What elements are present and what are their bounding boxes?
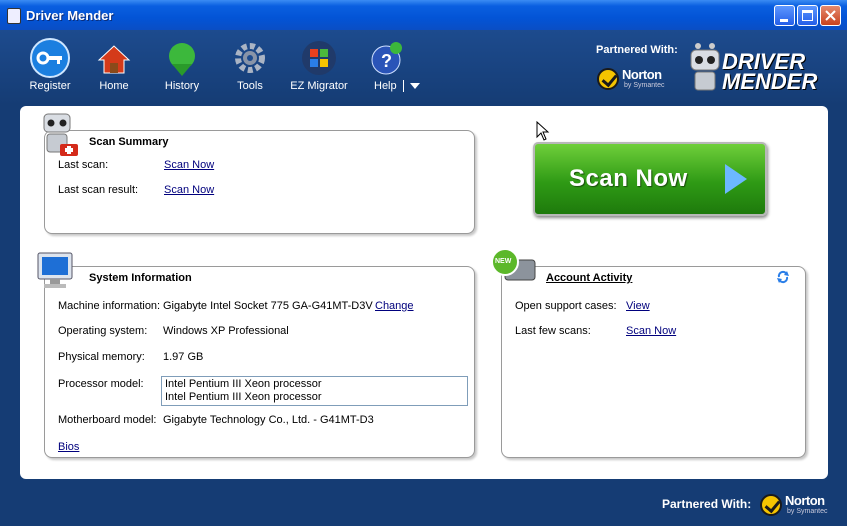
partner-label: Partnered With: — [596, 44, 678, 56]
close-button[interactable] — [820, 5, 841, 26]
system-information-panel: System Information Machine information: … — [44, 266, 475, 458]
gear-icon — [230, 38, 270, 78]
key-icon — [30, 38, 70, 78]
app-icon — [7, 8, 21, 24]
refresh-icon[interactable] — [776, 270, 790, 287]
robot-mascot-icon — [688, 42, 722, 95]
norton-check-icon — [760, 494, 782, 516]
scan-summary-panel: Scan Summary Last scan: Scan Now Last sc… — [44, 130, 475, 234]
support-cases-label: Open support cases: — [515, 300, 617, 312]
last-scan-scan-now-link[interactable]: Scan Now — [164, 159, 214, 171]
new-badge-icon: NEW — [489, 248, 537, 287]
partner-label-bottom: Partnered With: — [662, 497, 752, 511]
toolbar: Register Home History Tools EZ Migrator … — [0, 30, 847, 105]
mouse-cursor-icon — [536, 121, 550, 141]
app-window: Driver Mender Register Home History Tool… — [0, 0, 847, 526]
system-info-title: System Information — [89, 272, 192, 284]
account-activity-panel: Account Activity Open support cases: Vie… — [501, 266, 806, 458]
processor-item: Intel Pentium III Xeon processor — [165, 391, 322, 403]
monitor-icon — [34, 250, 78, 295]
view-support-link[interactable]: View — [626, 300, 650, 312]
os-value: Windows XP Professional — [163, 325, 289, 337]
processor-item: Intel Pentium III Xeon processor — [165, 378, 322, 390]
scan-summary-title: Scan Summary — [89, 136, 169, 148]
maximize-button[interactable] — [797, 5, 818, 26]
chevron-down-icon[interactable] — [409, 83, 420, 90]
last-scans-label: Last few scans: — [515, 325, 591, 337]
last-scans-scan-now-link[interactable]: Scan Now — [626, 325, 676, 337]
norton-logo: Norton by Symantec — [597, 66, 667, 94]
motherboard-value: Gigabyte Technology Co., Ltd. - G41MT-D3 — [163, 414, 374, 426]
change-link[interactable]: Change — [375, 300, 414, 312]
globe-arrow-icon — [162, 38, 202, 78]
tools-button[interactable]: Tools — [230, 38, 270, 92]
home-icon — [94, 38, 134, 78]
os-label: Operating system: — [58, 325, 148, 337]
processor-label: Processor model: — [58, 378, 144, 390]
bios-link[interactable]: Bios — [58, 441, 79, 453]
memory-value: 1.97 GB — [163, 351, 204, 363]
norton-logo-bottom: Norton by Symantec — [760, 492, 830, 520]
home-button[interactable]: Home — [94, 38, 134, 92]
processor-list[interactable]: Intel Pentium III Xeon processor Intel P… — [161, 376, 468, 406]
help-button[interactable]: ? Help — [368, 38, 420, 93]
machine-label: Machine information: — [58, 300, 161, 312]
brand-logo: DRIVER MENDER — [722, 49, 818, 94]
ez-migrator-button[interactable]: EZ Migrator — [290, 38, 348, 92]
windows-logo-icon — [299, 38, 339, 78]
play-arrow-icon — [725, 164, 747, 194]
memory-label: Physical memory: — [58, 351, 145, 363]
machine-value: Gigabyte Intel Socket 775 GA-G41MT-D3V — [163, 300, 373, 312]
main-panel: Scan Summary Last scan: Scan Now Last sc… — [20, 106, 828, 479]
title-bar[interactable]: Driver Mender — [0, 0, 847, 30]
register-button[interactable]: Register — [28, 38, 72, 92]
help-icon: ? — [368, 38, 408, 78]
last-result-label: Last scan result: — [58, 184, 139, 196]
motherboard-label: Motherboard model: — [58, 414, 157, 426]
close-icon — [825, 10, 836, 21]
minimize-button[interactable] — [774, 5, 795, 26]
svg-text:?: ? — [381, 51, 392, 71]
scan-now-button[interactable]: Scan Now — [533, 142, 767, 216]
history-button[interactable]: History — [162, 38, 202, 92]
robot-toolbox-icon — [38, 112, 80, 161]
window-title: Driver Mender — [26, 8, 114, 23]
norton-check-icon — [597, 68, 619, 90]
account-activity-title[interactable]: Account Activity — [546, 272, 632, 284]
last-result-scan-now-link[interactable]: Scan Now — [164, 184, 214, 196]
